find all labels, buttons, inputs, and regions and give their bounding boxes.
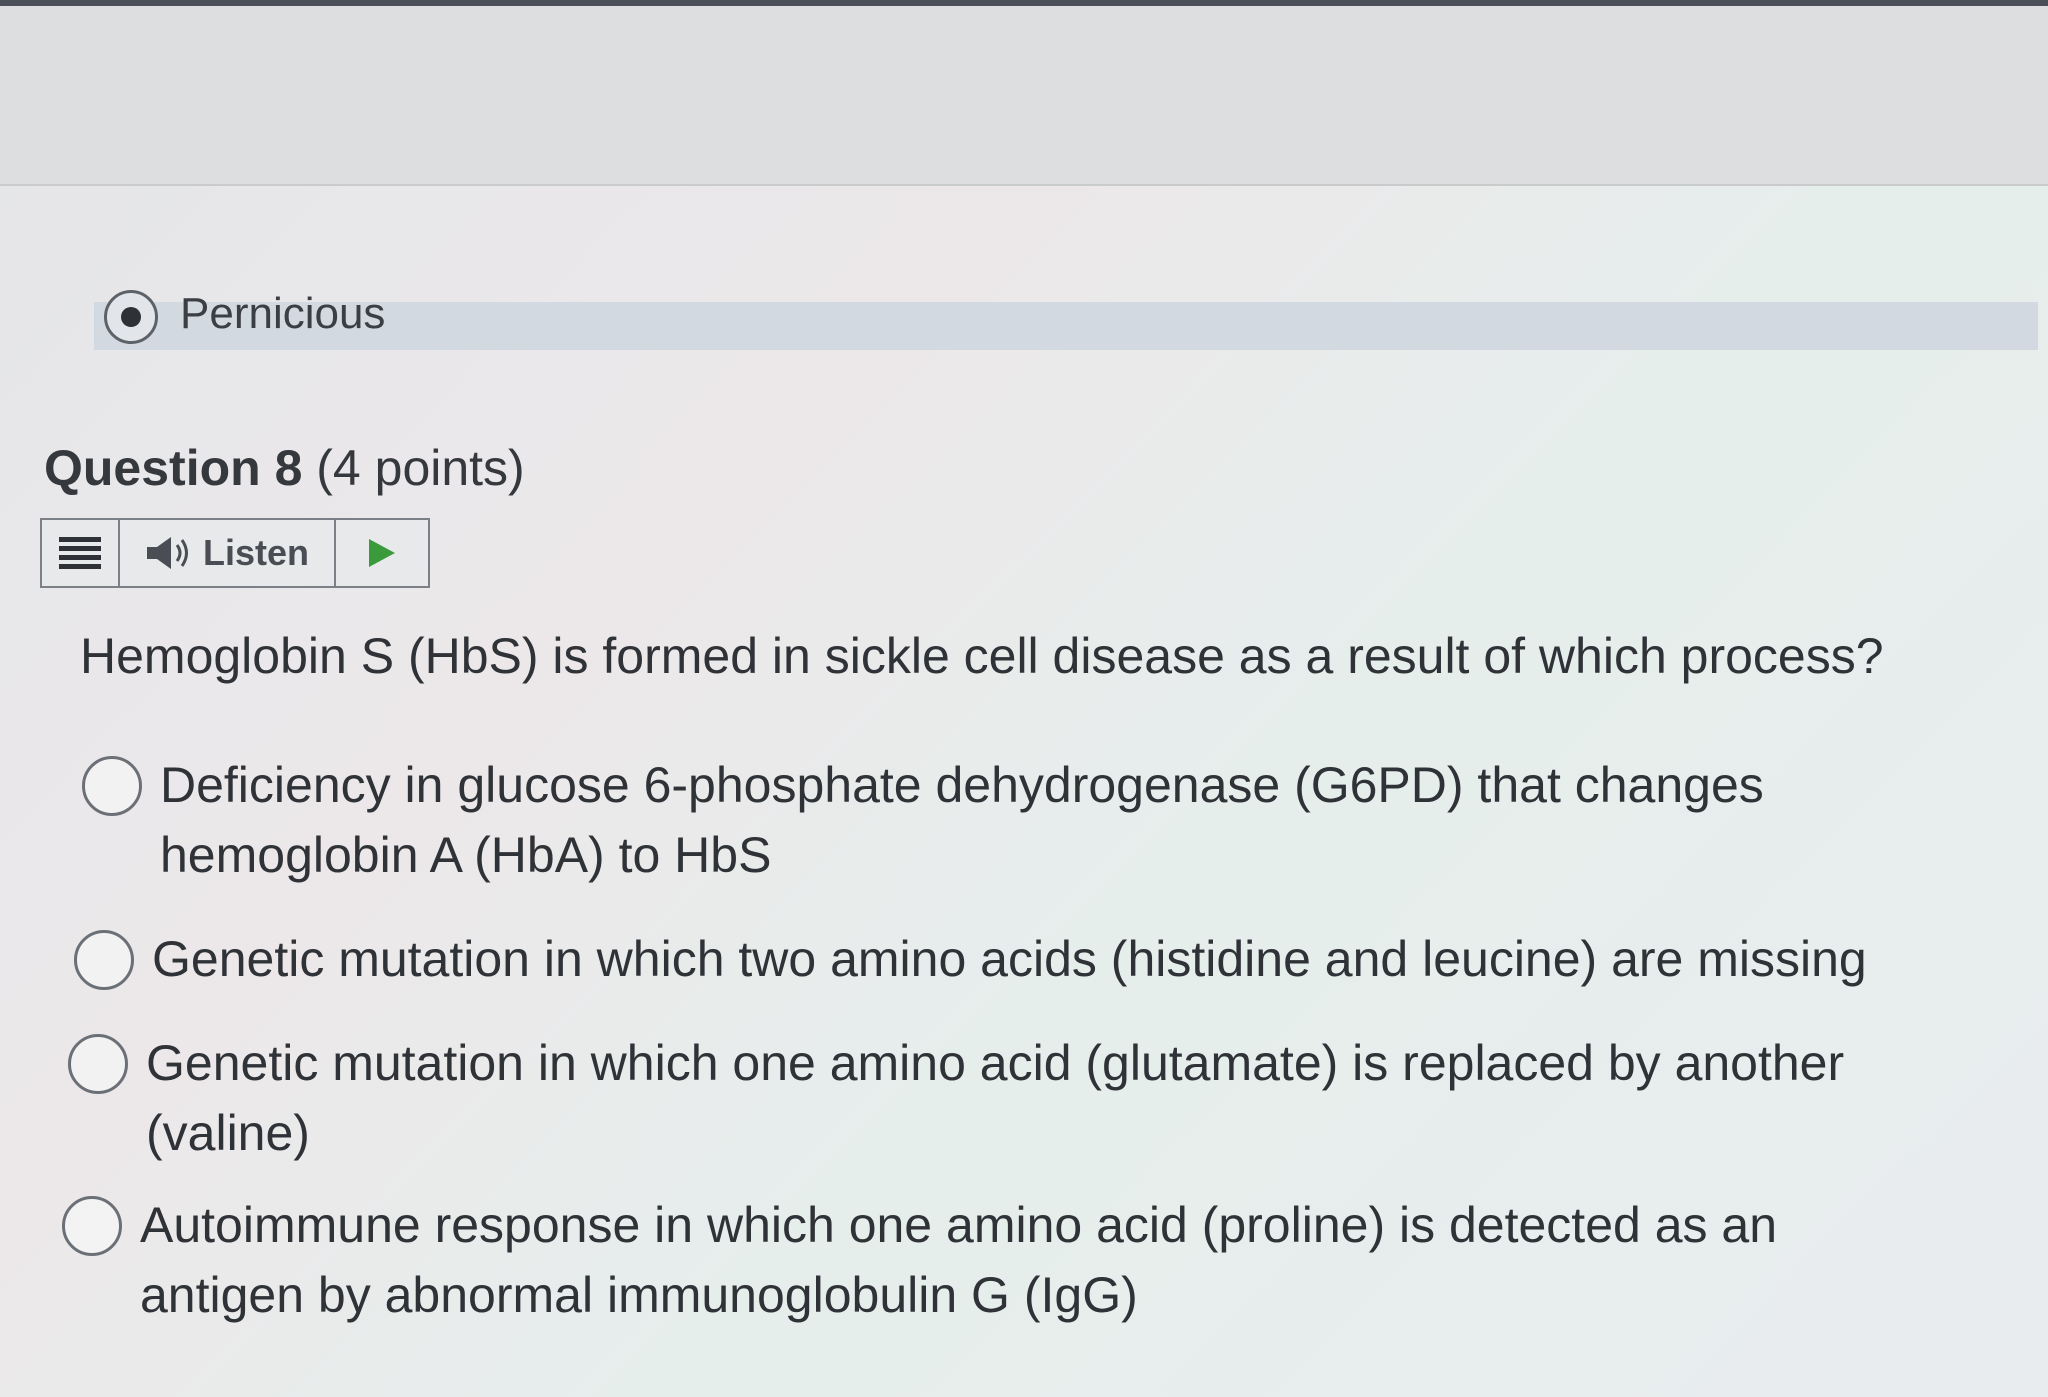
listen-label: Listen: [202, 532, 309, 573]
play-button[interactable]: [336, 520, 428, 586]
answer-label-1-line1: Deficiency in glucose 6-phosphate dehydr…: [160, 757, 1764, 813]
listen-toolbar: Listen: [40, 518, 430, 588]
previous-answer-label: Pernicious: [180, 289, 386, 338]
question-points: (4 points): [316, 440, 525, 496]
header-band: [0, 6, 2048, 186]
listen-menu-button[interactable]: [42, 520, 120, 586]
answer-label-1: Deficiency in glucose 6-phosphate dehydr…: [160, 750, 2020, 890]
answer-label-3: Genetic mutation in which one amino acid…: [146, 1028, 2006, 1168]
answer-label-2: Genetic mutation in which two amino acid…: [152, 924, 2012, 994]
answer-label-4: Autoimmune response in which one amino a…: [140, 1190, 2000, 1330]
listen-button[interactable]: Listen: [120, 520, 336, 586]
previous-selected-answer-row[interactable]: [94, 302, 2038, 350]
play-icon: [369, 539, 395, 567]
answer-label-1-line2: hemoglobin A (HbA) to HbS: [160, 827, 772, 883]
speaker-icon: [146, 537, 188, 569]
answer-label-4-line1: Autoimmune response in which one amino a…: [140, 1197, 1778, 1253]
hamburger-icon: [59, 537, 101, 569]
answer-radio-3[interactable]: [68, 1034, 128, 1094]
question-title: Question 8 (4 points): [44, 436, 525, 500]
answer-label-3-line2: (valine): [146, 1105, 310, 1161]
answer-label-4-line2: antigen by abnormal immunoglobulin G (Ig…: [140, 1267, 1138, 1323]
answer-radio-1[interactable]: [82, 756, 142, 816]
answer-label-3-line1: Genetic mutation in which one amino acid…: [146, 1035, 1845, 1091]
answer-label-2-line1: Genetic mutation in which two amino acid…: [152, 931, 1867, 987]
answer-radio-2[interactable]: [74, 930, 134, 990]
question-number: Question 8: [44, 440, 303, 496]
previous-answer-radio-selected[interactable]: [104, 290, 158, 344]
answer-radio-4[interactable]: [62, 1196, 122, 1256]
question-prompt: Hemoglobin S (HbS) is formed in sickle c…: [80, 628, 1884, 684]
